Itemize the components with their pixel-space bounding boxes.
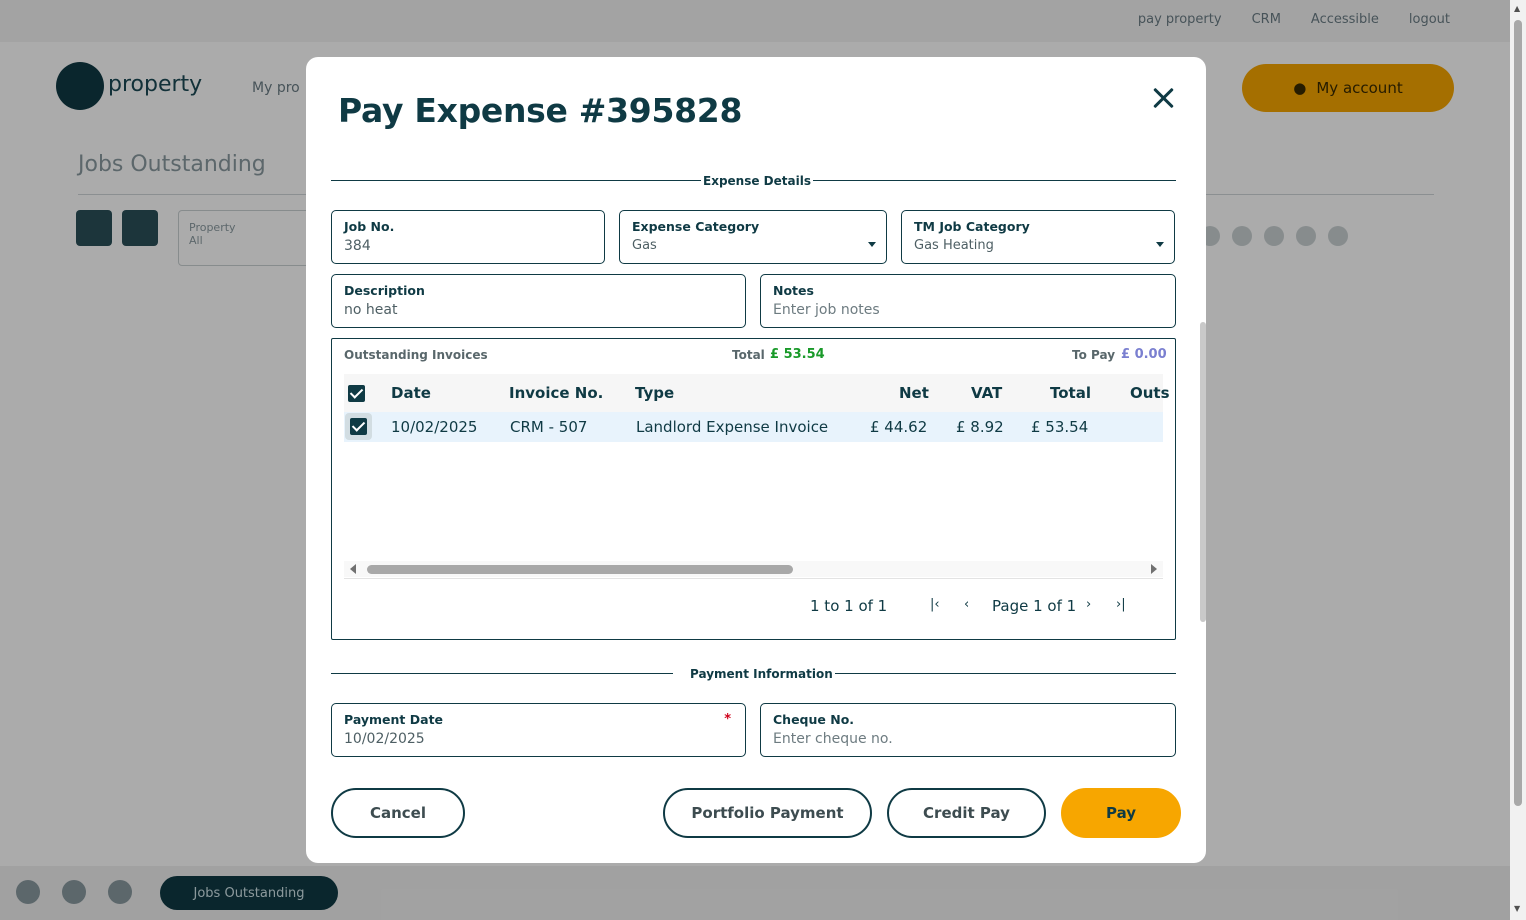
expense-category-value[interactable]: Gas bbox=[632, 238, 657, 253]
job-no-field[interactable]: Job No. 384 bbox=[331, 210, 605, 264]
portfolio-payment-button[interactable]: Portfolio Payment bbox=[663, 788, 872, 838]
page-scrollbar[interactable]: ▲ ▼ bbox=[1510, 0, 1526, 920]
expense-details-heading: Expense Details bbox=[701, 174, 813, 188]
scroll-left-icon[interactable] bbox=[350, 564, 356, 574]
payment-information-heading: Payment Information bbox=[688, 667, 835, 681]
to-pay-label: To Pay bbox=[1072, 348, 1116, 362]
previous-page-icon[interactable]: ‹ bbox=[964, 597, 969, 612]
cheque-no-field[interactable]: Cheque No. Enter cheque no. bbox=[760, 703, 1176, 757]
pager-range: 1 to 1 of 1 bbox=[810, 597, 888, 615]
select-all-checkbox[interactable] bbox=[348, 385, 365, 402]
description-value[interactable]: no heat bbox=[344, 302, 397, 318]
notes-label: Notes bbox=[773, 283, 814, 298]
payment-info-divider-right bbox=[833, 673, 1176, 674]
tm-job-category-label: TM Job Category bbox=[914, 219, 1030, 234]
column-header-net[interactable]: Net bbox=[899, 384, 929, 402]
pay-button[interactable]: Pay bbox=[1061, 788, 1181, 838]
last-page-icon[interactable]: ›| bbox=[1116, 597, 1126, 612]
horizontal-scrollbar-thumb[interactable] bbox=[367, 565, 793, 574]
cell-type: Landlord Expense Invoice bbox=[636, 418, 829, 436]
column-header-type[interactable]: Type bbox=[635, 384, 674, 402]
outstanding-invoices-grid: Outstanding Invoices Total £ 53.54 To Pa… bbox=[331, 338, 1176, 640]
notes-input[interactable]: Enter job notes bbox=[773, 302, 880, 318]
column-header-vat[interactable]: VAT bbox=[971, 384, 1002, 402]
row-checkbox[interactable] bbox=[350, 418, 367, 435]
cell-total: £ 53.54 bbox=[1031, 418, 1089, 436]
row-checkbox-container[interactable] bbox=[345, 413, 372, 440]
cell-invoice-no: CRM - 507 bbox=[510, 418, 588, 436]
table-row[interactable]: 10/02/2025 CRM - 507 Landlord Expense In… bbox=[344, 412, 1163, 442]
page-scrollbar-thumb[interactable] bbox=[1514, 20, 1522, 806]
cell-date: 10/02/2025 bbox=[391, 418, 478, 436]
scroll-down-icon[interactable]: ▼ bbox=[1514, 904, 1520, 913]
expense-category-select[interactable]: Expense Category Gas bbox=[619, 210, 887, 264]
payment-info-divider-left bbox=[331, 673, 673, 674]
close-icon[interactable] bbox=[1148, 83, 1178, 113]
scroll-up-icon[interactable]: ▲ bbox=[1514, 4, 1520, 13]
pager-divider bbox=[344, 578, 1163, 579]
required-marker: * bbox=[724, 712, 731, 727]
description-field[interactable]: Description no heat bbox=[331, 274, 746, 328]
scroll-right-icon[interactable] bbox=[1151, 564, 1157, 574]
payment-date-field[interactable]: Payment Date * 10/02/2025 bbox=[331, 703, 746, 757]
column-header-total[interactable]: Total bbox=[1050, 384, 1091, 402]
cheque-no-input[interactable]: Enter cheque no. bbox=[773, 731, 893, 747]
total-label: Total bbox=[732, 348, 765, 362]
payment-date-value[interactable]: 10/02/2025 bbox=[344, 731, 425, 747]
to-pay-value: £ 0.00 bbox=[1121, 347, 1167, 362]
tm-job-category-value[interactable]: Gas Heating bbox=[914, 238, 994, 253]
job-no-label: Job No. bbox=[344, 219, 395, 234]
horizontal-scrollbar[interactable] bbox=[344, 561, 1163, 577]
outstanding-invoices-title: Outstanding Invoices bbox=[344, 348, 488, 362]
expense-category-label: Expense Category bbox=[632, 219, 760, 234]
column-header-date[interactable]: Date bbox=[391, 384, 431, 402]
chevron-down-icon[interactable] bbox=[868, 242, 876, 247]
next-page-icon[interactable]: › bbox=[1086, 597, 1091, 612]
cell-net: £ 44.62 bbox=[870, 418, 928, 436]
description-label: Description bbox=[344, 283, 425, 298]
chevron-down-icon[interactable] bbox=[1156, 242, 1164, 247]
modal-scrollbar-thumb[interactable] bbox=[1200, 322, 1206, 622]
column-header-invoice-no[interactable]: Invoice No. bbox=[509, 384, 603, 402]
credit-pay-button[interactable]: Credit Pay bbox=[887, 788, 1046, 838]
cheque-no-label: Cheque No. bbox=[773, 712, 855, 727]
pay-expense-modal: Pay Expense #395828 Expense Details Job … bbox=[306, 57, 1206, 863]
payment-date-label: Payment Date bbox=[344, 712, 444, 727]
pager-page: Page 1 of 1 bbox=[992, 597, 1077, 615]
job-no-value[interactable]: 384 bbox=[344, 238, 371, 254]
table-header: Date Invoice No. Type Net VAT Total Outs bbox=[344, 374, 1170, 412]
cancel-button[interactable]: Cancel bbox=[331, 788, 465, 838]
cell-vat: £ 8.92 bbox=[956, 418, 1004, 436]
column-header-outstanding[interactable]: Outs bbox=[1130, 384, 1170, 402]
total-value: £ 53.54 bbox=[770, 347, 825, 362]
notes-field[interactable]: Notes Enter job notes bbox=[760, 274, 1176, 328]
first-page-icon[interactable]: |‹ bbox=[930, 597, 940, 612]
modal-title: Pay Expense #395828 bbox=[338, 91, 743, 130]
tm-job-category-select[interactable]: TM Job Category Gas Heating bbox=[901, 210, 1175, 264]
